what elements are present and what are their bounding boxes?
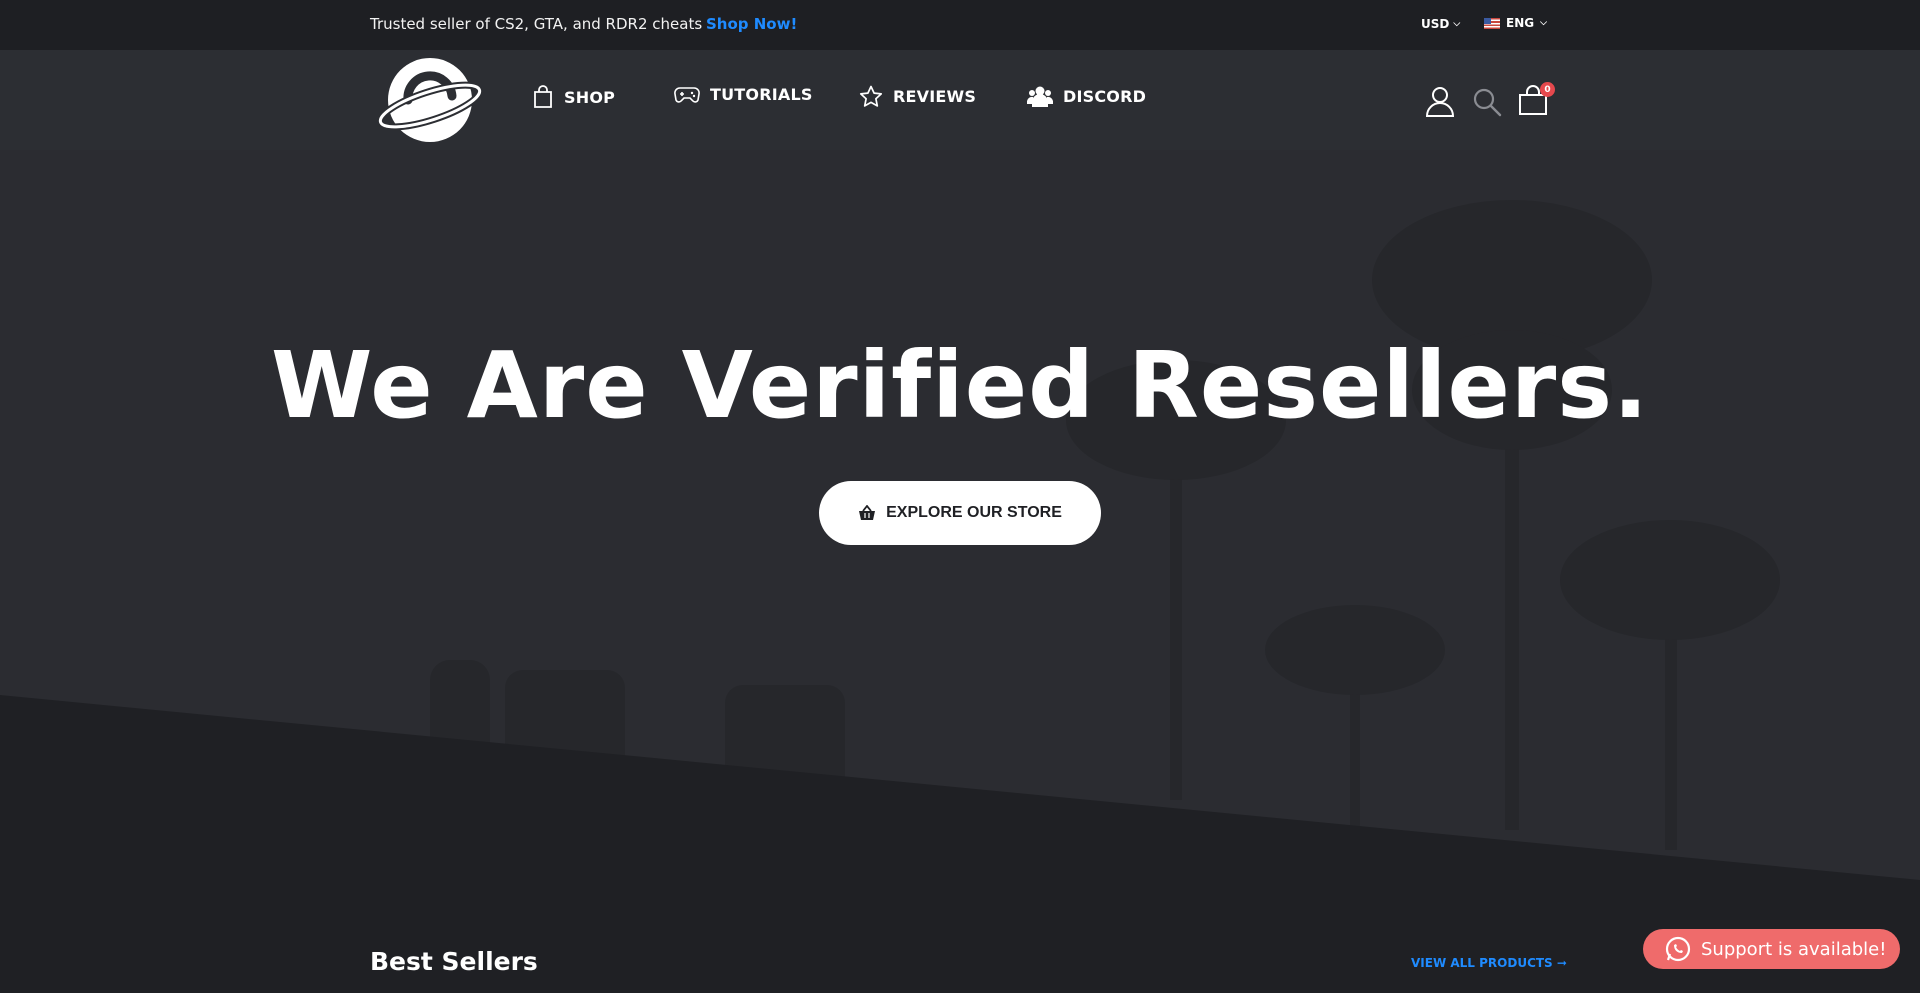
users-icon	[1027, 86, 1053, 107]
site-header: SHOP TUTORIALS REVIEWS DISCORD 0	[0, 50, 1920, 150]
currency-selector[interactable]: USD ⌵	[1421, 17, 1460, 31]
cart-count-badge: 0	[1540, 82, 1555, 97]
explore-store-button[interactable]: EXPLORE OUR STORE	[819, 481, 1101, 545]
nav-shop-label: SHOP	[564, 87, 616, 107]
view-all-products-link[interactable]: VIEW ALL PRODUCTS ➞	[1411, 956, 1567, 970]
account-icon[interactable]	[1424, 85, 1456, 117]
nav-discord[interactable]: DISCORD	[1027, 85, 1146, 107]
basket-icon	[859, 505, 876, 520]
chevron-down-icon: ⌵	[1453, 19, 1461, 29]
nav-reviews-label: REVIEWS	[893, 86, 977, 106]
nav-tutorials-label: TUTORIALS	[710, 85, 813, 104]
search-icon[interactable]	[1472, 87, 1502, 117]
shopping-bag-icon	[534, 85, 552, 108]
nav-reviews[interactable]: REVIEWS	[859, 85, 976, 107]
shop-now-link[interactable]: Shop Now!	[706, 15, 797, 33]
us-flag-icon	[1484, 17, 1500, 29]
language-label: ENG	[1506, 16, 1535, 30]
whatsapp-icon	[1665, 936, 1691, 962]
support-chat-button[interactable]: Support is available!	[1643, 929, 1900, 969]
nav-shop[interactable]: SHOP	[532, 85, 615, 109]
nav-tutorials[interactable]: TUTORIALS	[674, 85, 813, 104]
best-sellers-heading: Best Sellers	[370, 947, 538, 976]
hero-title: We Are Verified Resellers.	[271, 332, 1649, 439]
hero-section: We Are Verified Resellers. EXPLORE OUR S…	[0, 150, 1920, 880]
language-selector[interactable]: ENG ⌵	[1484, 16, 1547, 30]
gamepad-icon	[674, 86, 700, 103]
chevron-down-icon: ⌵	[1540, 18, 1547, 28]
star-icon	[859, 85, 883, 107]
logo-planet-icon[interactable]	[378, 56, 482, 144]
explore-store-label: EXPLORE OUR STORE	[886, 504, 1062, 521]
currency-label: USD	[1421, 17, 1450, 31]
top-bar: Trusted seller of CS2, GTA, and RDR2 che…	[0, 0, 1920, 50]
support-label: Support is available!	[1701, 938, 1887, 960]
nav-discord-label: DISCORD	[1063, 86, 1147, 106]
promo-text: Trusted seller of CS2, GTA, and RDR2 che…	[370, 15, 703, 33]
